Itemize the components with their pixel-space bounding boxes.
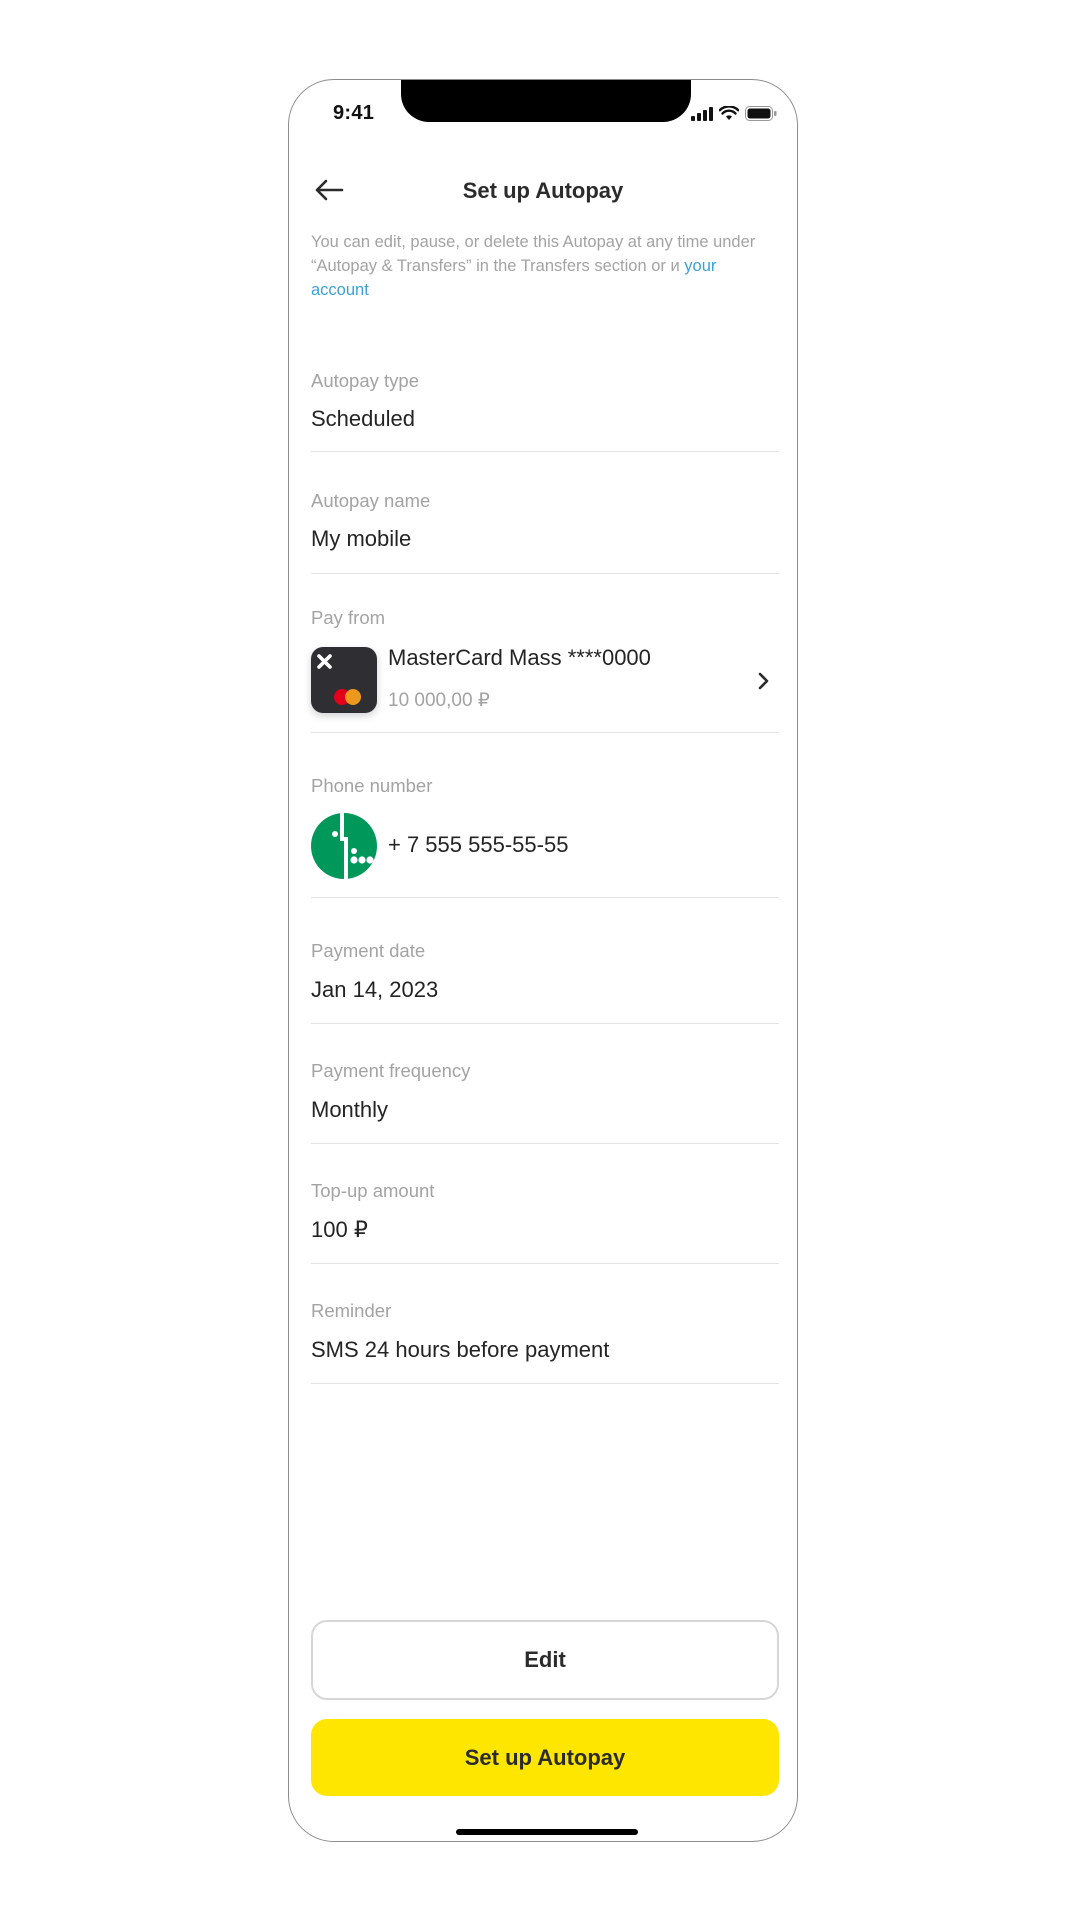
- autopay-type-field[interactable]: Autopay type Scheduled: [311, 360, 779, 452]
- phone-number-label: Phone number: [311, 775, 433, 796]
- home-indicator: [456, 1829, 638, 1835]
- payment-date-value: Jan 14, 2023: [311, 977, 439, 1002]
- status-icons: [691, 106, 777, 121]
- autopay-name-field[interactable]: Autopay name My mobile: [311, 480, 779, 574]
- card-name: MasterCard Mass ****0000: [388, 645, 651, 670]
- card-balance: 10 000,00 ₽: [388, 690, 490, 711]
- status-time: 9:41: [333, 102, 375, 124]
- wifi-icon: [719, 106, 739, 120]
- pay-from-label: Pay from: [311, 607, 386, 628]
- reminder-field[interactable]: Reminder SMS 24 hours before payment: [311, 1292, 779, 1384]
- card-logo-icon: [311, 647, 377, 713]
- battery-icon: [745, 106, 777, 121]
- card-art: [317, 654, 361, 705]
- payment-frequency-label: Payment frequency: [311, 1060, 471, 1081]
- autopay-type-value: Scheduled: [311, 406, 415, 431]
- autopay-type-label: Autopay type: [311, 370, 419, 391]
- phone-number-value: + 7 555 555-55-55: [388, 832, 569, 857]
- top-up-amount-field[interactable]: Top-up amount 100 ₽: [311, 1172, 779, 1264]
- chevron-right-icon[interactable]: [753, 671, 773, 691]
- notch: [401, 80, 691, 122]
- reminder-value: SMS 24 hours before payment: [311, 1337, 610, 1362]
- pay-from-field[interactable]: Pay from MasterCard Mass ****0000 10 000…: [311, 599, 779, 733]
- payment-date-field[interactable]: Payment date Jan 14, 2023: [311, 932, 779, 1024]
- payment-frequency-field[interactable]: Payment frequency Monthly: [311, 1052, 779, 1144]
- autopay-name-label: Autopay name: [311, 490, 431, 511]
- info-text: You can edit, pause, or delete this Auto…: [311, 230, 771, 302]
- top-up-amount-value: 100 ₽: [311, 1217, 368, 1242]
- edit-button[interactable]: Edit: [311, 1620, 779, 1700]
- mobile-operator-icon: [311, 813, 377, 879]
- reminder-label: Reminder: [311, 1300, 392, 1321]
- set-up-autopay-button[interactable]: Set up Autopay: [311, 1719, 779, 1796]
- operator-art: [332, 813, 374, 879]
- phone-frame: 9:41 Set up Autopay You can edit, pause,…: [288, 79, 798, 1842]
- autopay-name-value: My mobile: [311, 526, 412, 551]
- phone-number-field[interactable]: Phone number + 7 555 555-55-55: [311, 767, 779, 898]
- payment-frequency-value: Monthly: [311, 1097, 389, 1122]
- signal-icon: [691, 106, 713, 121]
- header: Set up Autopay: [289, 160, 797, 220]
- payment-date-label: Payment date: [311, 940, 426, 961]
- top-up-amount-label: Top-up amount: [311, 1180, 435, 1201]
- page-title: Set up Autopay: [462, 178, 624, 203]
